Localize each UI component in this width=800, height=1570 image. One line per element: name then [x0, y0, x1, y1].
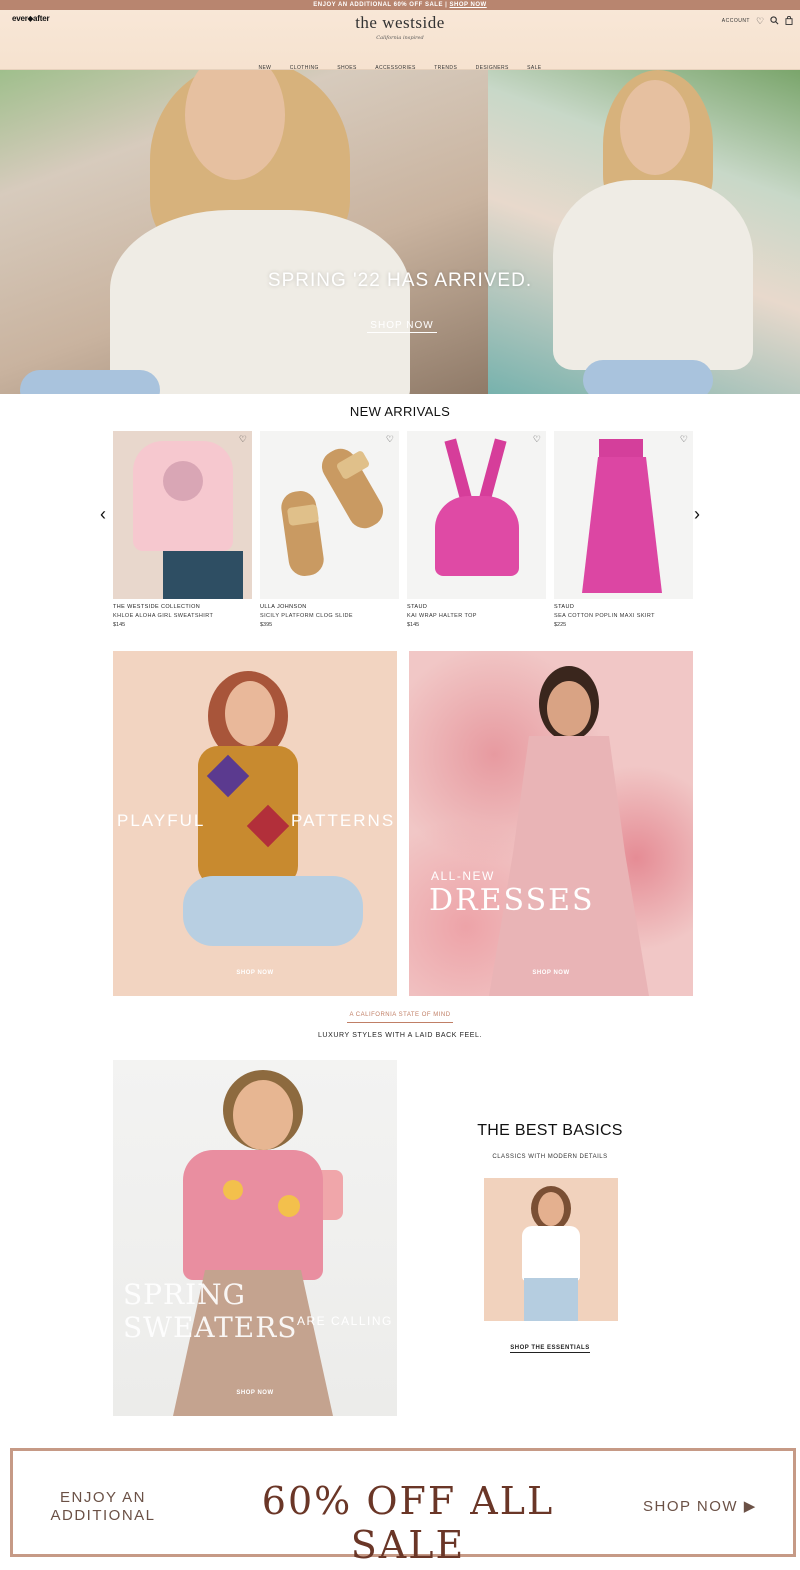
basics-image[interactable] [484, 1178, 618, 1321]
basics-subtitle: CLASSICS WITH MODERN DETAILS [492, 1154, 608, 1160]
ever-after-logo[interactable]: ever⬥after [12, 14, 50, 24]
sale-left-line1: ENJOY AN [60, 1489, 146, 1506]
heart-icon[interactable]: ♡ [755, 16, 765, 26]
product-card[interactable]: ♡ ULLA JOHNSON SICILY PLATFORM CLOG SLID… [260, 431, 399, 628]
product-card[interactable]: ♡ STAUD KAI WRAP HALTER TOP $145 [407, 431, 546, 628]
product-price: $145 [113, 622, 126, 628]
account-link[interactable]: ACCOUNT [722, 18, 750, 24]
sale-left-text: ENJOY AN ADDITIONAL [43, 1489, 163, 1525]
announcement-bar: ENJOY AN ADDITIONAL 60% OFF SALE | SHOP … [0, 0, 800, 10]
promo-dresses-title: DRESSES [429, 883, 595, 918]
california-subtitle: LUXURY STYLES WITH A LAID BACK FEEL. [317, 1032, 483, 1039]
promo-dresses-kicker: ALL-NEW [431, 869, 495, 883]
product-brand: THE WESTSIDE COLLECTION [113, 604, 201, 610]
promo-sweaters-subtitle: ARE CALLING [297, 1314, 393, 1328]
product-image[interactable]: ♡ [260, 431, 399, 599]
promo-patterns-word: PATTERNS [291, 811, 396, 830]
search-icon[interactable] [769, 16, 779, 26]
shop-the-essentials-label[interactable]: SHOP THE ESSENTIALS [510, 1345, 590, 1353]
hero-image-right [488, 70, 800, 394]
promo-all-new-dresses[interactable]: ALL-NEW DRESSES SHOP NOW [409, 651, 693, 996]
product-image[interactable]: ♡ [554, 431, 693, 599]
product-card[interactable]: ♡ STAUD SEA COTTON POPLIN MAXI SKIRT $22… [554, 431, 693, 628]
sale-left-line2: ADDITIONAL [50, 1507, 156, 1524]
product-name[interactable]: KAI WRAP HALTER TOP [407, 613, 546, 619]
product-price: $145 [407, 622, 420, 628]
hero-image-left [0, 70, 488, 394]
new-arrivals-title: NEW ARRIVALS [349, 404, 451, 419]
wishlist-heart-icon[interactable]: ♡ [386, 434, 394, 445]
product-name[interactable]: SEA COTTON POPLIN MAXI SKIRT [554, 613, 693, 619]
kicker-divider [347, 1022, 453, 1023]
wishlist-heart-icon[interactable]: ♡ [533, 434, 541, 445]
product-name[interactable]: KHLOE ALOHA GIRL SWEATSHIRT [113, 613, 252, 619]
product-card[interactable]: ♡ THE WESTSIDE COLLECTION KHLOE ALOHA GI… [113, 431, 252, 628]
california-kicker: A CALIFORNIA STATE OF MIND [349, 1012, 451, 1018]
product-brand: STAUD [407, 604, 428, 610]
brand-tagline: California inspired [376, 35, 424, 41]
promo-playful-patterns[interactable]: PLAYFUL PATTERNS SHOP NOW [113, 651, 397, 996]
sale-shop-now-link[interactable]: SHOP NOW ▶ [643, 1497, 757, 1515]
hero-title: SPRING '22 HAS ARRIVED. [267, 270, 533, 291]
basics-title: THE BEST BASICS [477, 1122, 623, 1139]
sale-banner[interactable]: ENJOY AN ADDITIONAL 60% OFF ALL SALE SHO… [10, 1448, 796, 1567]
shop-the-essentials-link[interactable]: SHOP THE ESSENTIALS [470, 1345, 630, 1353]
promo-sweaters-shop-now[interactable]: SHOP NOW [113, 1390, 397, 1396]
product-name[interactable]: SICILY PLATFORM CLOG SLIDE [260, 613, 399, 619]
hero-shop-now-link[interactable]: SHOP NOW [367, 320, 437, 333]
product-image[interactable]: ♡ [113, 431, 252, 599]
announcement-text: ENJOY AN ADDITIONAL 60% OFF SALE | [313, 2, 448, 8]
product-price: $395 [260, 622, 273, 628]
promo-sweaters-title: SPRING SWEATERS [123, 1278, 298, 1344]
promo-spring-sweaters[interactable]: SPRING SWEATERS ARE CALLING SHOP NOW [113, 1060, 397, 1416]
sale-headline: 60% OFF ALL SALE [261, 1479, 555, 1567]
carousel-next-icon[interactable]: › [694, 505, 700, 523]
product-brand: ULLA JOHNSON [260, 604, 307, 610]
product-image[interactable]: ♡ [407, 431, 546, 599]
brand-logo[interactable]: the westside [300, 13, 500, 33]
promo-patterns-shop-now[interactable]: SHOP NOW [113, 970, 397, 976]
promo-dresses-shop-now[interactable]: SHOP NOW [409, 970, 693, 976]
wishlist-heart-icon[interactable]: ♡ [239, 434, 247, 445]
announcement-shop-now-link[interactable]: SHOP NOW [449, 2, 486, 8]
bag-icon[interactable] [784, 15, 794, 26]
site-header: ever⬥after the westside California inspi… [0, 10, 800, 71]
product-brand: STAUD [554, 604, 575, 610]
wishlist-heart-icon[interactable]: ♡ [680, 434, 688, 445]
product-price: $225 [554, 622, 567, 628]
carousel-prev-icon[interactable]: ‹ [100, 505, 106, 523]
promo-playful-word: PLAYFUL [117, 811, 206, 830]
hero-banner[interactable]: SPRING '22 HAS ARRIVED. SHOP NOW [0, 70, 800, 394]
